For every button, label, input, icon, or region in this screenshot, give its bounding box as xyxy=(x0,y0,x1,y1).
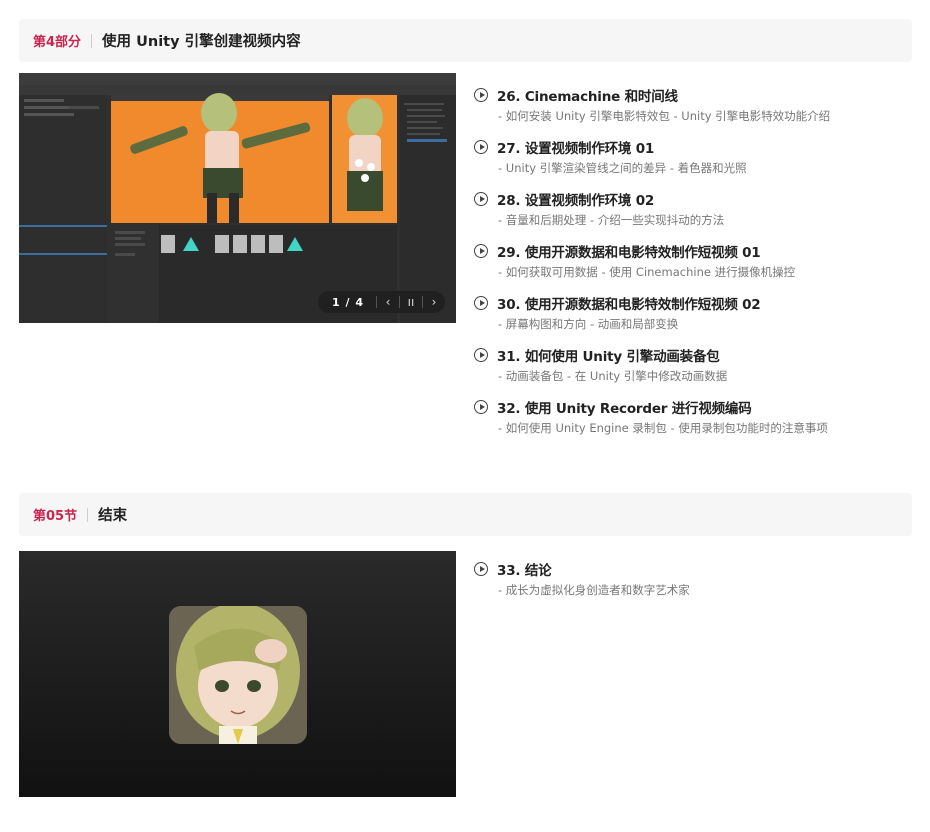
play-circle-icon[interactable] xyxy=(474,88,488,102)
lesson-item[interactable]: 33. 结论 - 成长为虚拟化身创造者和数字艺术家 xyxy=(474,558,914,598)
section-title: 结束 xyxy=(98,508,128,524)
lesson-subtitle: - 如何获取可用数据 - 使用 Cinemachine 进行摄像机操控 xyxy=(498,265,796,279)
section-4-lesson-list: 26. Cinemachine 和时间线 - 如何安装 Unity 引擎电影特效… xyxy=(474,84,914,448)
play-circle-icon[interactable] xyxy=(474,192,488,206)
lesson-title: 26. Cinemachine 和时间线 xyxy=(497,89,678,105)
pause-button[interactable]: ıı xyxy=(400,295,422,309)
lesson-title: 28. 设置视频制作环境 02 xyxy=(497,193,655,209)
lesson-title: 29. 使用开源数据和电影特效制作短视频 01 xyxy=(497,245,761,261)
lesson-item[interactable]: 29. 使用开源数据和电影特效制作短视频 01 - 如何获取可用数据 - 使用 … xyxy=(474,240,914,280)
slideshow-controls: 1 / 4 ‹ ıı › xyxy=(318,291,445,313)
lesson-subtitle: - 如何安装 Unity 引擎电影特效包 - Unity 引擎电影特效功能介绍 xyxy=(498,109,831,123)
section-number: 第05节 xyxy=(33,509,78,524)
lesson-subtitle: - 动画装备包 - 在 Unity 引擎中修改动画数据 xyxy=(498,369,728,383)
divider xyxy=(87,507,89,522)
play-circle-icon[interactable] xyxy=(474,562,488,576)
lesson-title: 32. 使用 Unity Recorder 进行视频编码 xyxy=(497,401,752,417)
next-slide-button[interactable]: › xyxy=(423,295,445,309)
lesson-item[interactable]: 27. 设置视频制作环境 01 - Unity 引擎渲染管线之间的差异 - 着色… xyxy=(474,136,914,176)
lesson-item[interactable]: 26. Cinemachine 和时间线 - 如何安装 Unity 引擎电影特效… xyxy=(474,84,914,124)
lesson-subtitle: - 屏幕构图和方向 - 动画和局部变换 xyxy=(498,317,679,331)
lesson-subtitle: - 如何使用 Unity Engine 录制包 - 使用录制包功能时的注意事项 xyxy=(498,421,828,435)
section-5-lesson-list: 33. 结论 - 成长为虚拟化身创造者和数字艺术家 xyxy=(474,558,914,610)
lesson-subtitle: - 音量和后期处理 - 介绍一些实现抖动的方法 xyxy=(498,213,725,227)
lesson-title: 31. 如何使用 Unity 引擎动画装备包 xyxy=(497,349,720,365)
play-circle-icon[interactable] xyxy=(474,348,488,362)
lesson-title: 30. 使用开源数据和电影特效制作短视频 02 xyxy=(497,297,761,313)
lesson-title: 27. 设置视频制作环境 01 xyxy=(497,141,655,157)
lesson-title: 33. 结论 xyxy=(497,563,552,579)
divider xyxy=(91,33,93,48)
play-circle-icon[interactable] xyxy=(474,296,488,310)
section-4-header: 第4部分 使用 Unity 引擎创建视频内容 xyxy=(19,19,912,62)
lesson-item[interactable]: 32. 使用 Unity Recorder 进行视频编码 - 如何使用 Unit… xyxy=(474,396,914,436)
slide-counter: 1 / 4 xyxy=(332,295,364,309)
section-number: 第4部分 xyxy=(33,35,82,50)
lesson-thumbnail xyxy=(19,551,456,797)
play-circle-icon[interactable] xyxy=(474,244,488,258)
section-5-header: 第05节 结束 xyxy=(19,493,912,536)
lesson-item[interactable]: 28. 设置视频制作环境 02 - 音量和后期处理 - 介绍一些实现抖动的方法 xyxy=(474,188,914,228)
lesson-subtitle: - 成长为虚拟化身创造者和数字艺术家 xyxy=(498,583,690,597)
lesson-item[interactable]: 31. 如何使用 Unity 引擎动画装备包 - 动画装备包 - 在 Unity… xyxy=(474,344,914,384)
lesson-slideshow[interactable]: 1 / 4 ‹ ıı › xyxy=(19,73,456,323)
play-circle-icon[interactable] xyxy=(474,140,488,154)
prev-slide-button[interactable]: ‹ xyxy=(377,295,399,309)
lesson-subtitle: - Unity 引擎渲染管线之间的差异 - 着色器和光照 xyxy=(498,161,747,175)
play-circle-icon[interactable] xyxy=(474,400,488,414)
avatar-portrait-image xyxy=(169,606,307,744)
section-title: 使用 Unity 引擎创建视频内容 xyxy=(102,34,301,50)
unity-editor-screenshot xyxy=(19,73,456,323)
lesson-item[interactable]: 30. 使用开源数据和电影特效制作短视频 02 - 屏幕构图和方向 - 动画和局… xyxy=(474,292,914,332)
